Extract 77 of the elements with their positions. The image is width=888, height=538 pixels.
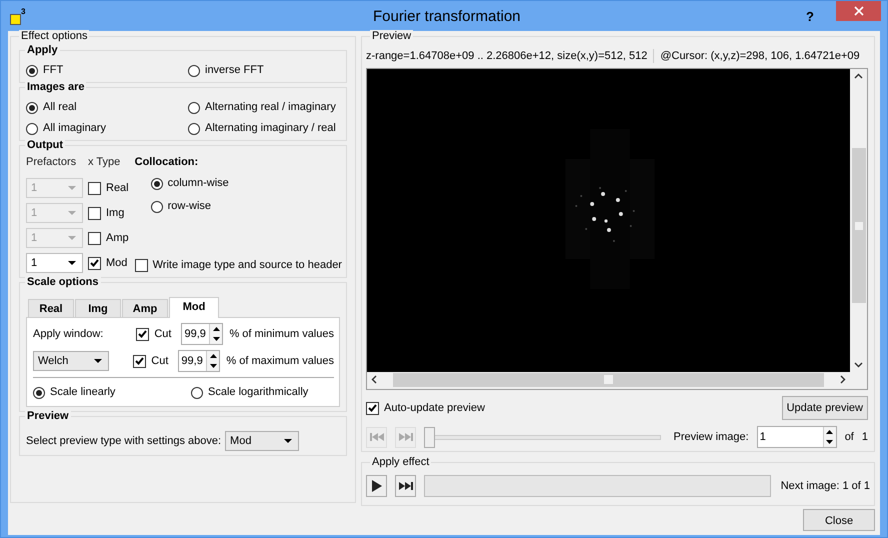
dropdown-arrow-icon bbox=[68, 211, 76, 215]
checkmark-icon bbox=[135, 357, 144, 365]
section-title: Output bbox=[25, 138, 66, 153]
skip-forward-icon bbox=[398, 433, 412, 441]
close-icon bbox=[854, 6, 864, 16]
checkmark-icon bbox=[138, 330, 148, 338]
cut-suffix-label: % of minimum values bbox=[229, 328, 334, 340]
collocation-label: Collocation: bbox=[134, 156, 200, 168]
tab[interactable]: Real bbox=[28, 299, 74, 317]
apply-all-button[interactable] bbox=[395, 475, 416, 497]
cursor-text: @Cursor: (x,y,z)=298, 106, 1.64721e+09 bbox=[660, 50, 860, 62]
radio-button[interactable]: FFT bbox=[26, 63, 188, 78]
down-arrow-icon[interactable] bbox=[826, 440, 834, 444]
radio-button[interactable]: Scale linearly bbox=[33, 385, 191, 400]
radio-button[interactable]: Scale logarithmically bbox=[191, 385, 334, 400]
radio-button[interactable]: inverse FFT bbox=[188, 63, 340, 78]
radio-button[interactable]: Alternating imaginary / real bbox=[188, 121, 340, 136]
tab[interactable]: Img bbox=[75, 299, 121, 317]
radio-button[interactable]: row-wise bbox=[150, 199, 342, 214]
dropdown-arrow-icon bbox=[284, 439, 292, 443]
help-button[interactable]: ? bbox=[806, 8, 814, 24]
preview-type-dropdown[interactable]: Mod bbox=[225, 431, 300, 451]
radio-button[interactable]: column-wise bbox=[150, 176, 342, 191]
window-title: Fourier transformation bbox=[372, 8, 522, 24]
next-image-label: Next image: 1 of 1 bbox=[780, 480, 870, 492]
dropdown-arrow-icon bbox=[68, 236, 76, 240]
checkbox[interactable]: Auto-update preview bbox=[366, 400, 485, 416]
group-title: Apply effect bbox=[370, 456, 432, 469]
group-title: Effect options bbox=[19, 30, 90, 43]
radio-button[interactable]: All real bbox=[26, 100, 188, 115]
checkmark-icon bbox=[368, 404, 377, 412]
window-dropdown[interactable]: Welch bbox=[33, 351, 110, 371]
z-range-text: z-range=1.64708e+09 .. 2.26806e+12, size(x,y)=512, 512 bbox=[366, 50, 648, 62]
scroll-thumb[interactable] bbox=[852, 148, 866, 303]
image-slider[interactable] bbox=[424, 427, 662, 447]
dropdown-arrow-icon bbox=[68, 261, 76, 265]
dropdown-arrow-icon bbox=[94, 359, 102, 363]
scroll-thumb[interactable] bbox=[393, 372, 824, 386]
close-dialog-button[interactable]: Close bbox=[803, 509, 875, 531]
spin-box[interactable]: 99,9 bbox=[178, 350, 220, 372]
skip-forward-icon bbox=[398, 482, 412, 490]
up-arrow-icon[interactable] bbox=[210, 354, 217, 358]
update-preview-button[interactable]: Update preview bbox=[782, 396, 868, 420]
close-button[interactable] bbox=[836, 1, 881, 21]
play-button[interactable] bbox=[366, 475, 387, 497]
preview-image-label: Preview image: bbox=[673, 431, 749, 443]
preview-type-label: Select preview type with settings above: bbox=[26, 435, 222, 447]
prefactor-dropdown[interactable]: 1 bbox=[26, 253, 83, 273]
radio-button[interactable]: All imaginary bbox=[26, 121, 188, 136]
app-icon-label: 3 bbox=[21, 8, 26, 16]
down-arrow-icon[interactable] bbox=[210, 364, 217, 368]
up-arrow-icon[interactable] bbox=[212, 327, 220, 331]
play-icon bbox=[372, 480, 382, 492]
checkbox[interactable]: Write image type and source to header bbox=[134, 258, 342, 273]
down-arrow-icon[interactable] bbox=[212, 337, 220, 341]
type-label: x Type bbox=[88, 156, 120, 170]
skip-back-icon bbox=[370, 433, 384, 441]
radio-button[interactable]: Alternating real / imaginary bbox=[188, 100, 340, 115]
dropdown-arrow-icon bbox=[68, 186, 76, 190]
section-title: Scale options bbox=[25, 275, 101, 290]
section-title: Images are bbox=[25, 80, 86, 95]
cut-suffix-label: % of maximum values bbox=[226, 355, 334, 367]
tab[interactable]: Amp bbox=[122, 299, 168, 317]
up-arrow-icon[interactable] bbox=[826, 430, 834, 434]
spin-box[interactable]: 99,9 bbox=[181, 323, 224, 345]
checkbox[interactable]: Cut bbox=[133, 354, 168, 368]
checkbox[interactable]: Mod bbox=[88, 256, 128, 270]
of-label: of bbox=[844, 431, 854, 443]
checkmark-icon bbox=[90, 259, 99, 267]
apply-window-label: Apply window: bbox=[33, 328, 104, 340]
tab[interactable]: Mod bbox=[169, 297, 219, 318]
spin-box[interactable]: 1 bbox=[756, 426, 837, 448]
checkbox[interactable]: Cut bbox=[136, 326, 172, 342]
prefactors-label: Prefactors bbox=[26, 156, 78, 170]
section-title: Apply bbox=[25, 43, 60, 58]
image-count: 1 bbox=[862, 431, 868, 443]
app-icon bbox=[10, 14, 21, 24]
